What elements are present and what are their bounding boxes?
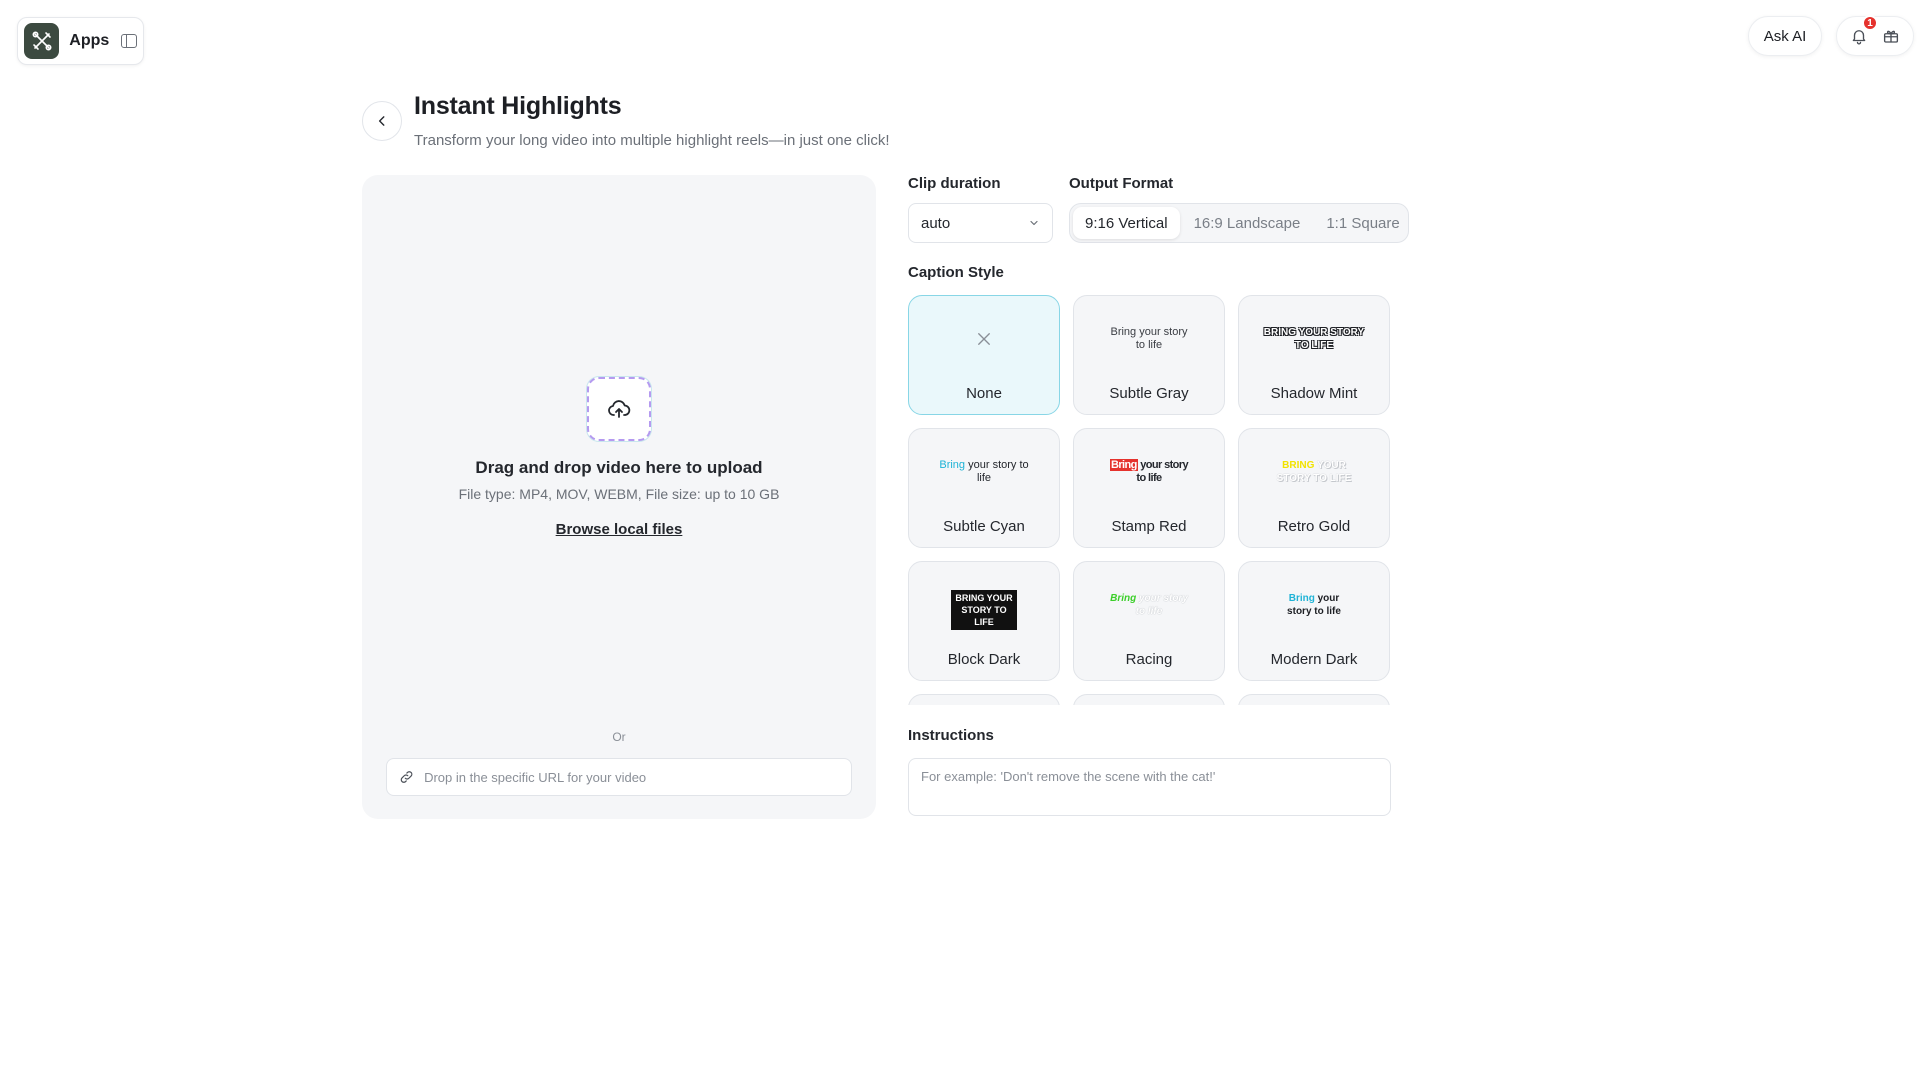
- or-divider: Or: [612, 730, 626, 744]
- caption-style-stamp-red[interactable]: Bring your story to life Stamp Red: [1073, 428, 1225, 548]
- chevron-down-icon: [1030, 220, 1038, 226]
- caption-style-name: Racing: [1125, 651, 1173, 668]
- upload-dropzone[interactable]: Drag and drop video here to upload File …: [362, 175, 876, 819]
- caption-preview: BRING YOUR STORY TO LIFE: [1276, 460, 1352, 484]
- caption-style-subtle-gray[interactable]: Bring your story to life Subtle Gray: [1073, 295, 1225, 415]
- caption-style-racing[interactable]: Bring your story to life Racing: [1073, 561, 1225, 681]
- caption-style-label: Caption Style: [908, 264, 1004, 281]
- clip-duration-value: auto: [921, 214, 951, 232]
- caption-style-card-partial[interactable]: [908, 694, 1060, 705]
- caption-style-name: Shadow Mint: [1270, 385, 1358, 402]
- notifications-button[interactable]: 1: [1846, 15, 1878, 49]
- page-subtitle: Transform your long video into multiple …: [414, 132, 890, 149]
- caption-preview: BRING YOUR STORY TO LIFE: [1263, 327, 1365, 351]
- caption-style-card-partial[interactable]: [1238, 694, 1390, 705]
- caption-style-retro-gold[interactable]: BRING YOUR STORY TO LIFE Retro Gold: [1238, 428, 1390, 548]
- format-option-vertical[interactable]: 9:16 Vertical: [1073, 207, 1180, 239]
- video-url-input[interactable]: [424, 769, 839, 785]
- caption-style-block-dark[interactable]: BRING YOUR STORY TO LIFE Block Dark: [908, 561, 1060, 681]
- clip-duration-select[interactable]: auto: [908, 203, 1053, 243]
- file-type-info: File type: MP4, MOV, WEBM, File size: up…: [458, 486, 780, 502]
- ask-ai-button[interactable]: Ask AI: [1748, 16, 1822, 56]
- apps-menu[interactable]: Apps: [17, 17, 144, 65]
- upload-cloud-icon: [587, 377, 651, 441]
- caption-preview: BRING YOUR STORY TO LIFE: [909, 590, 1059, 630]
- format-option-square[interactable]: 1:1 Square: [1314, 207, 1411, 239]
- output-format-toggle: 9:16 Vertical 16:9 Landscape 1:1 Square: [1069, 203, 1409, 243]
- instructions-input[interactable]: [921, 769, 1378, 805]
- caption-style-card-partial[interactable]: [1073, 694, 1225, 705]
- notification-badge: 1: [1862, 15, 1878, 31]
- caption-style-name: Retro Gold: [1277, 518, 1351, 535]
- gift-button[interactable]: [1878, 23, 1904, 49]
- caption-style-subtle-cyan[interactable]: Bring your story to life Subtle Cyan: [908, 428, 1060, 548]
- caption-preview: Bring your story to life: [1110, 459, 1189, 484]
- caption-style-shadow-mint[interactable]: BRING YOUR STORY TO LIFE Shadow Mint: [1238, 295, 1390, 415]
- instructions-container: [908, 758, 1391, 816]
- header-actions: 1: [1836, 15, 1914, 56]
- caption-style-name: Modern Dark: [1270, 651, 1358, 668]
- caption-preview: Bring your story to life: [939, 459, 1029, 484]
- caption-style-grid: None Bring your story to life Subtle Gra…: [908, 295, 1393, 705]
- caption-style-name: Subtle Cyan: [943, 518, 1025, 535]
- link-icon: [400, 771, 413, 783]
- caption-style-name: None: [966, 385, 1002, 402]
- caption-style-name: Subtle Gray: [1109, 385, 1189, 402]
- browse-local-files-link[interactable]: Browse local files: [362, 521, 876, 538]
- page-title: Instant Highlights: [414, 92, 622, 120]
- output-format-label: Output Format: [1069, 175, 1174, 192]
- drop-title: Drag and drop video here to upload: [475, 458, 763, 477]
- caption-preview: Bring your story to life: [1110, 326, 1188, 351]
- caption-style-none[interactable]: None: [908, 295, 1060, 415]
- instructions-label: Instructions: [908, 727, 994, 744]
- sidebar-toggle-icon[interactable]: [121, 34, 137, 48]
- apps-label: Apps: [69, 32, 110, 49]
- gift-icon: [1883, 30, 1899, 43]
- close-icon: [909, 330, 1059, 353]
- format-option-landscape[interactable]: 16:9 Landscape: [1182, 207, 1313, 239]
- chevron-left-icon: [378, 116, 385, 126]
- caption-style-name: Block Dark: [947, 651, 1021, 668]
- clip-duration-label: Clip duration: [908, 175, 1001, 192]
- back-button[interactable]: [362, 101, 402, 141]
- app-logo-icon: [24, 23, 60, 59]
- caption-preview: Bring your story to life: [1110, 593, 1188, 617]
- caption-style-modern-dark[interactable]: Bring your story to life Modern Dark: [1238, 561, 1390, 681]
- url-input-container: [386, 758, 852, 796]
- caption-preview: Bring your story to life: [1287, 593, 1341, 617]
- caption-style-name: Stamp Red: [1111, 518, 1187, 535]
